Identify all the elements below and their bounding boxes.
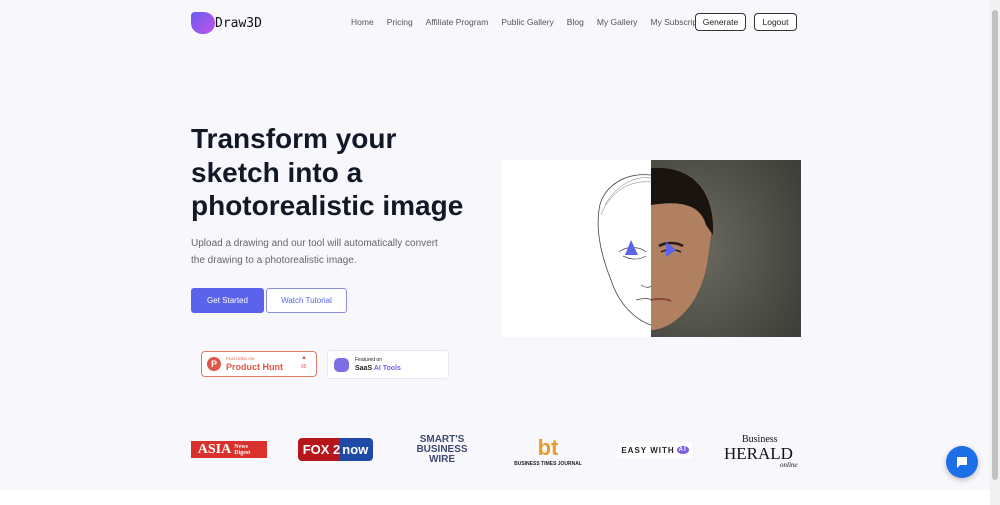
top-nav: Draw3D Home Pricing Affiliate Program Pu…	[0, 0, 990, 44]
easy-with-ai-logo: EASY WITH AI	[618, 442, 692, 458]
ph-count: 95	[301, 364, 307, 370]
nav-blog[interactable]: Blog	[567, 17, 584, 27]
press-logos: ASIA News Digest FOX 2 now SMART'S BUSINES…	[0, 428, 1000, 473]
hero-title: Transform your sketch into a photorealis…	[191, 123, 464, 221]
upvote-icon: ▲	[301, 355, 307, 361]
get-started-button[interactable]: Get Started	[191, 288, 264, 313]
asia-news-digest-logo: ASIA News Digest	[191, 441, 267, 458]
product-hunt-badge[interactable]: P FEATURED ON Product Hunt ▲ 95	[201, 351, 317, 377]
brand-logo[interactable]: Draw3D	[191, 12, 262, 34]
business-times-journal-logo: bt BUSINESS TIMES JOURNAL	[514, 435, 582, 467]
chat-bubble-icon	[957, 457, 967, 468]
scrollbar-thumb[interactable]	[992, 10, 998, 480]
fox2now-logo: FOX 2 now	[298, 438, 373, 461]
logout-button[interactable]: Logout	[754, 13, 797, 31]
sketch-to-photo-image	[501, 160, 801, 337]
product-hunt-icon: P	[207, 357, 221, 371]
ai-tools-name: AI Tools	[373, 365, 401, 372]
nav-my-gallery[interactable]: My Gallery	[597, 17, 638, 27]
saas-featured-label: Featured on	[355, 357, 382, 363]
generate-button[interactable]: Generate	[695, 13, 746, 31]
logo-icon	[191, 12, 215, 34]
bt-icon: bt	[537, 435, 559, 460]
watch-tutorial-button[interactable]: Watch Tutorial	[266, 288, 347, 313]
nav-pricing[interactable]: Pricing	[387, 17, 413, 27]
hero-subtitle: Upload a drawing and our tool will autom…	[191, 238, 438, 266]
saas-name: SaaS	[355, 365, 373, 372]
scrollbar[interactable]	[990, 0, 1000, 505]
brand-name: Draw3D	[215, 15, 262, 31]
robot-icon	[334, 358, 349, 372]
footer-section	[0, 490, 990, 505]
saas-ai-tools-badge[interactable]: Featured on SaaS AI Tools	[327, 350, 449, 379]
chat-button[interactable]	[946, 446, 978, 478]
nav-home[interactable]: Home	[351, 17, 374, 27]
business-herald-logo: Business HERALD online	[724, 434, 798, 469]
ph-name: Product Hunt	[226, 362, 283, 372]
ph-featured-label: FEATURED ON	[226, 356, 255, 361]
nav-public-gallery[interactable]: Public Gallery	[501, 17, 553, 27]
smarts-business-wire-logo: SMART'S BUSINESS WIRE	[416, 434, 468, 465]
nav-affiliate[interactable]: Affiliate Program	[426, 17, 489, 27]
